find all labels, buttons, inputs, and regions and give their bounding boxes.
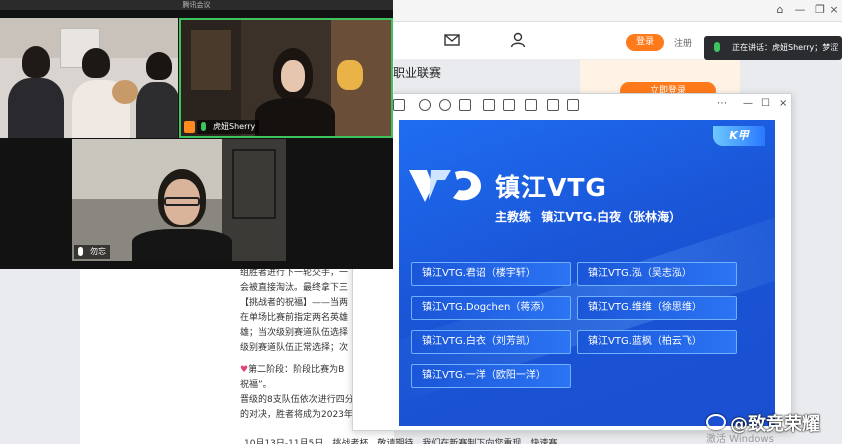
coach-line: 主教练 镇江VTG.白夜（张林海） [495,208,681,225]
register-link[interactable]: 注册 [674,36,692,49]
more-icon[interactable]: ⋯ [717,98,727,109]
video-tile-wuwang[interactable]: 勿忘 [72,139,286,261]
user-icon[interactable] [509,31,527,49]
viewer-toolbar: ⋯ — ☐ × [353,94,791,116]
vtg-logo-icon [409,170,481,202]
league-badge: K甲 [713,126,765,146]
browser-minimize-button[interactable]: — [793,3,807,16]
zoom-in-icon[interactable] [419,99,431,111]
player-card: 镇江VTG.泓（吴志泓） [577,262,737,286]
browser-restore-button[interactable]: ❐ [813,3,827,16]
article-line: 的对决，胜者将成为2023年 [240,410,353,420]
speaking-text: 正在讲话：虎妞Sherry；梦涩 [732,43,839,52]
viewer-maximize-button[interactable]: ☐ [761,98,770,109]
edit-icon[interactable] [503,99,515,111]
article-body: 组胜者进行下一轮交手，一 会被直接淘汰。最终拿下三 【挑战者的祝福】——当两 在… [240,266,354,423]
rotate-icon[interactable] [483,99,495,111]
page-heading: 职业联赛 [393,66,442,80]
viewer-close-button[interactable]: × [779,98,787,109]
article-line: 级别赛道队伍正常选择；次 [240,343,349,353]
viewer-minimize-button[interactable]: — [743,98,753,109]
mic-on-icon [201,122,206,131]
conference-title: 腾讯会议 [0,0,393,10]
login-button[interactable]: 登录 [626,34,664,51]
mail-icon[interactable] [443,31,461,49]
coach-name: 镇江VTG.白夜（张林海） [541,210,682,224]
player-card: 镇江VTG.维维（徐思维） [577,296,737,320]
article-line: 晋级的8支队伍依次进行四分 [240,395,354,405]
team-poster: K甲 镇江VTG 主教练 镇江VTG.白夜（张林海） 镇江VTG.君诏（楼宇轩）… [399,120,775,426]
heart-icon: ♥ [240,365,249,375]
article-line: 雄；当次级别赛道队伍选择 [240,328,349,338]
windows-activation-watermark: 激活 Windows [706,434,774,444]
mic-active-icon [714,42,720,52]
host-icon [184,121,195,133]
article-line: 在单场比赛前指定两名英雄 [240,313,349,323]
player-card: 镇江VTG.一洋（欧阳一洋） [411,364,571,388]
browser-close-button[interactable]: × [827,3,841,16]
copy-icon[interactable] [547,99,559,111]
article-line: 祝福”。 [240,380,272,390]
player-card: 镇江VTG.Dogchen（蒋添） [411,296,571,320]
speaking-indicator: 正在讲话：虎妞Sherry；梦涩 [704,36,842,60]
article-line: ♥第二阶段：阶段比赛为B [240,365,345,375]
download-icon[interactable] [567,99,579,111]
coach-label: 主教练 [495,210,532,224]
video-tile-sherry[interactable]: 虎妞Sherry [179,18,393,138]
fit-icon[interactable] [459,99,471,111]
browser-home-icon[interactable]: ⌂ [773,3,787,16]
mic-icon [78,247,83,256]
participant-name-tag: 虎妞Sherry [197,120,260,134]
player-card: 镇江VTG.蓝枫（柏云飞） [577,330,737,354]
article-bottom-line: 10月13日-11月5日，挑战者杯，敬请期待，我们在新赛制下向您重现，快速赛 [244,439,558,444]
video-conference-window: 腾讯会议 虎妞Sherry 勿忘 [0,0,393,269]
image-icon[interactable] [525,99,537,111]
article-line: 会被直接淘汰。最终拿下三 [240,283,349,293]
article-line: 【挑战者的祝福】——当两 [240,298,349,308]
browser-toolbar: ⌂ — ❐ × [393,0,842,22]
grid-icon[interactable] [393,99,405,111]
player-card: 镇江VTG.白衣（刘芳凯） [411,330,571,354]
player-card: 镇江VTG.君诏（楼宇轩） [411,262,571,286]
weibo-logo-icon [706,414,726,430]
zoom-out-icon[interactable] [439,99,451,111]
participant-name-tag: 勿忘 [74,245,110,259]
image-viewer-window: ⋯ — ☐ × K甲 镇江VTG 主教练 镇江VTG.白夜（张林海） 镇江VTG… [352,93,792,431]
video-tile-group[interactable] [0,18,178,138]
team-name: 镇江VTG [495,173,607,202]
